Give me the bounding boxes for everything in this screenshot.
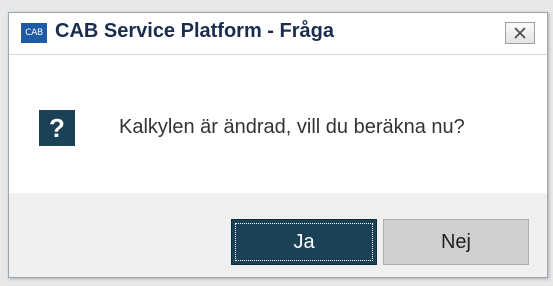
cab-app-icon: CAB <box>21 23 47 43</box>
question-dialog: CAB CAB Service Platform - Fråga ? Kalky… <box>8 12 548 278</box>
no-button[interactable]: Nej <box>383 219 529 265</box>
dialog-content: ? Kalkylen är ändrad, vill du beräkna nu… <box>9 55 547 193</box>
yes-button[interactable]: Ja <box>231 219 377 265</box>
button-bar: Ja Nej <box>9 193 547 277</box>
dialog-message: Kalkylen är ändrad, vill du beräkna nu? <box>119 116 465 138</box>
no-button-label: Nej <box>440 231 471 253</box>
question-icon: ? <box>39 110 75 146</box>
title-bar[interactable]: CAB CAB Service Platform - Fråga <box>9 13 547 55</box>
focus-rectangle <box>235 223 373 261</box>
window-title: CAB Service Platform - Fråga <box>55 20 334 42</box>
close-button[interactable] <box>505 22 535 44</box>
close-icon <box>514 27 526 39</box>
